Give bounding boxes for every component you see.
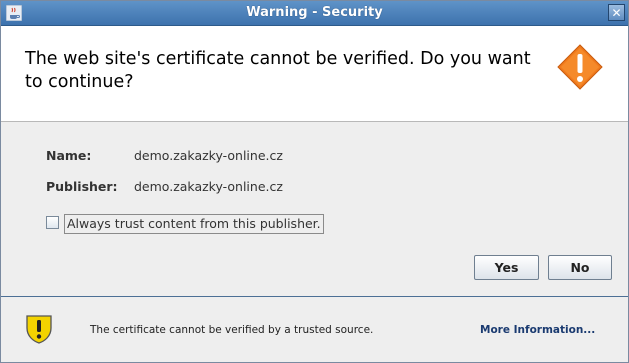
no-button[interactable]: No <box>548 255 612 280</box>
publisher-value: demo.zakazky-online.cz <box>134 179 283 194</box>
footer-message: The certificate cannot be verified by a … <box>90 324 374 336</box>
header-panel: The web site's certificate cannot be ver… <box>1 26 628 122</box>
name-value: demo.zakazky-online.cz <box>134 148 283 163</box>
yes-button[interactable]: Yes <box>474 255 539 280</box>
details-panel: Name: demo.zakazky-online.cz Publisher: … <box>1 122 628 296</box>
name-row: Name: demo.zakazky-online.cz <box>46 148 346 166</box>
publisher-label: Publisher: <box>46 179 118 194</box>
close-icon: ✕ <box>611 6 622 20</box>
always-trust-label[interactable]: Always trust content from this publisher… <box>64 214 324 234</box>
always-trust-checkbox[interactable] <box>46 216 59 229</box>
name-label: Name: <box>46 148 92 163</box>
close-button[interactable]: ✕ <box>608 4 625 21</box>
warning-diamond-icon <box>557 44 603 90</box>
warning-headline: The web site's certificate cannot be ver… <box>25 49 531 92</box>
more-information-link[interactable]: More Information... <box>480 324 595 336</box>
warning-shield-icon <box>26 315 52 344</box>
window-title: Warning - Security <box>246 5 383 20</box>
security-warning-dialog: Warning - Security ✕ The web site's cert… <box>0 0 629 363</box>
publisher-row: Publisher: demo.zakazky-online.cz <box>46 179 346 197</box>
footer-panel: The certificate cannot be verified by a … <box>1 296 628 362</box>
title-bar[interactable]: Warning - Security ✕ <box>1 1 628 26</box>
